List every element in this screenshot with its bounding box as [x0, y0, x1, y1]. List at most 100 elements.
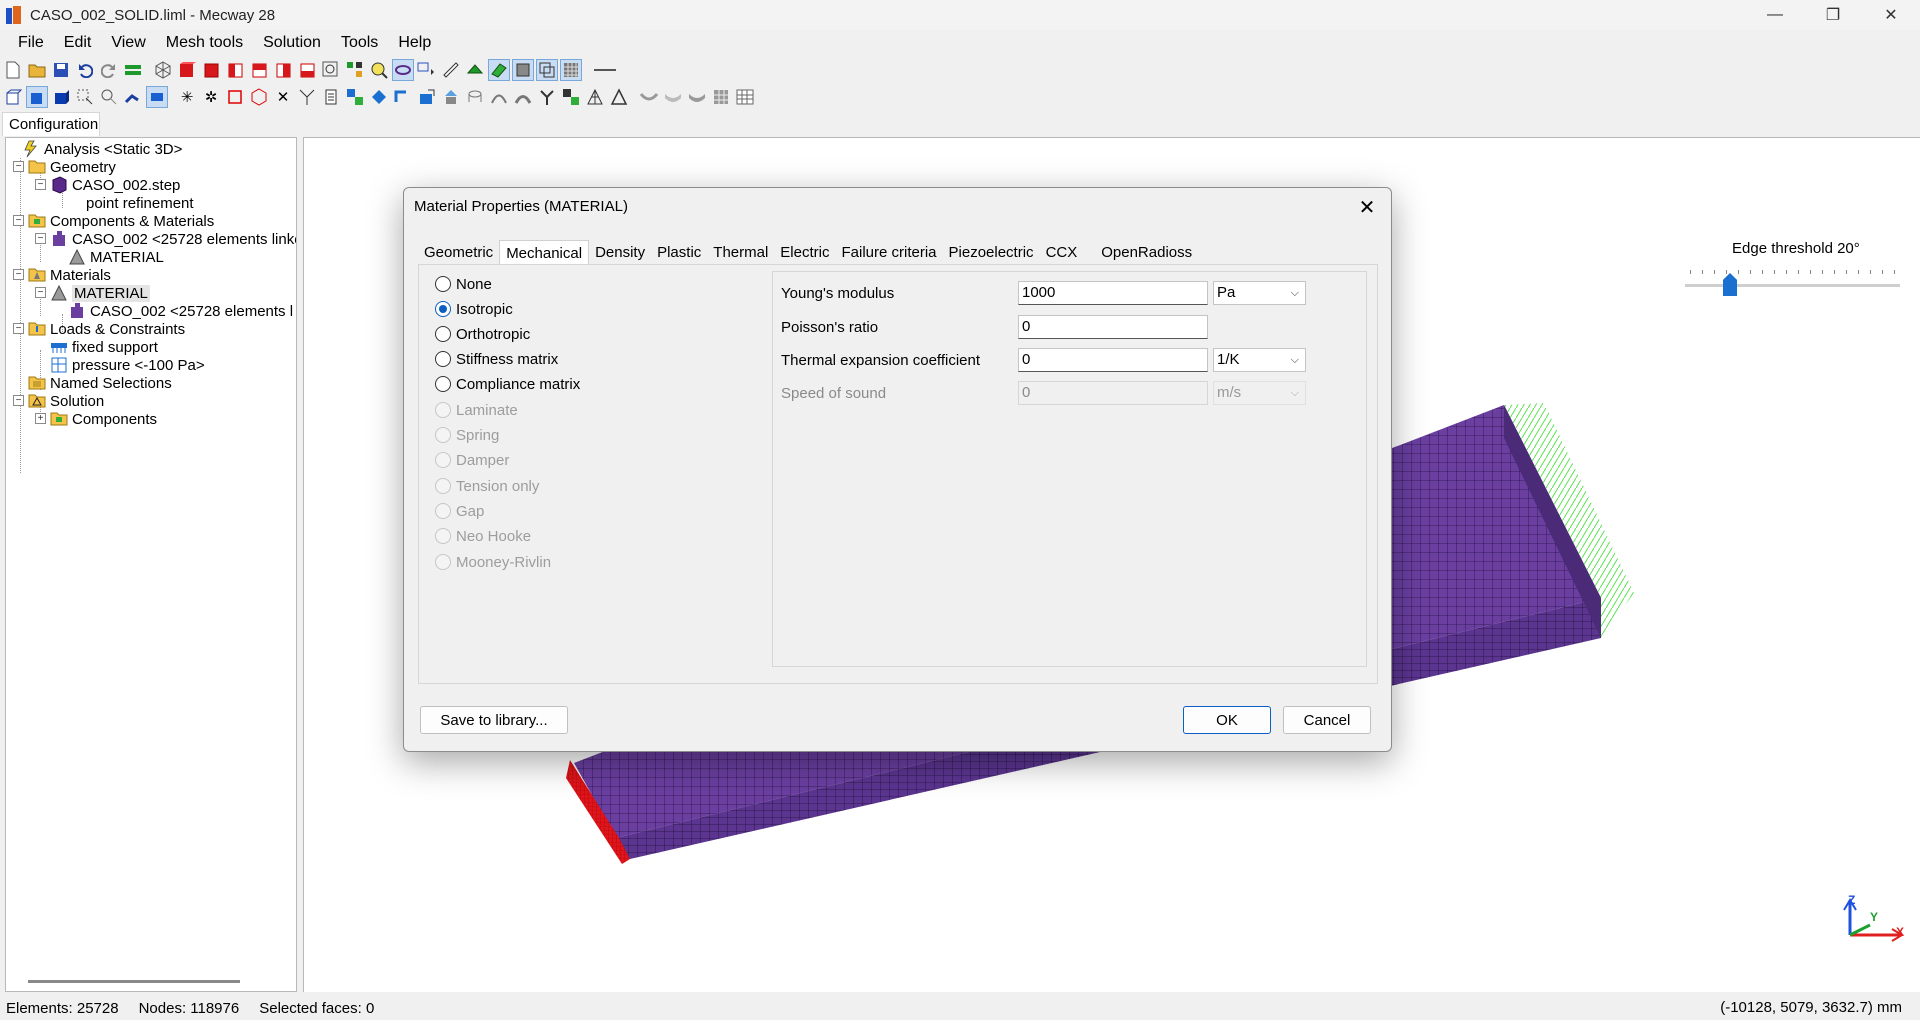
zoom-icon[interactable] — [368, 59, 390, 81]
cube-outline-icon[interactable] — [248, 86, 270, 108]
front-view-icon[interactable] — [200, 59, 222, 81]
back-view-icon[interactable] — [272, 59, 294, 81]
menu-view[interactable]: View — [101, 34, 155, 52]
radio-orthotropic-indicator[interactable] — [435, 326, 451, 342]
close-window-button[interactable]: ✕ — [1862, 0, 1920, 30]
tab-mechanical[interactable]: Mechanical — [499, 240, 590, 264]
save-icon[interactable] — [50, 59, 72, 81]
scale-icon[interactable] — [440, 86, 462, 108]
square-outline-icon[interactable] — [224, 86, 246, 108]
pan-icon[interactable] — [416, 59, 438, 81]
box-select-icon[interactable] — [74, 86, 96, 108]
rotate-mesh-icon[interactable] — [392, 86, 414, 108]
node-star-icon[interactable]: ✲ — [200, 86, 222, 108]
delete-icon[interactable]: ✕ — [272, 86, 294, 108]
branch-icon[interactable] — [536, 86, 558, 108]
bend-icon[interactable] — [512, 86, 534, 108]
expander-materials[interactable]: − — [13, 269, 24, 280]
restore-button[interactable]: ❐ — [1804, 0, 1862, 30]
expander-geometry-file[interactable]: − — [35, 179, 46, 190]
save-to-library-button[interactable]: Save to library... — [420, 706, 568, 734]
tab-piezoelectric[interactable]: Piezoelectric — [943, 240, 1040, 264]
solid-view-icon[interactable] — [176, 59, 198, 81]
menu-mesh-tools[interactable]: Mesh tools — [156, 34, 253, 52]
explode-icon[interactable]: ✳ — [176, 86, 198, 108]
triangle-icon[interactable] — [608, 86, 630, 108]
thermal-expansion-unit-select[interactable]: 1/K ⌵ — [1213, 348, 1306, 372]
menu-file[interactable]: File — [8, 34, 54, 52]
menu-edit[interactable]: Edit — [54, 34, 102, 52]
dialog-close-icon[interactable]: ✕ — [1353, 194, 1381, 220]
shell-mesh-icon[interactable] — [686, 86, 708, 108]
youngs-modulus-unit-select[interactable]: Pa ⌵ — [1213, 281, 1306, 305]
lasso-select-icon[interactable] — [98, 86, 120, 108]
tab-plastic[interactable]: Plastic — [651, 240, 707, 264]
tab-openradioss[interactable]: OpenRadioss — [1095, 240, 1198, 264]
bottom-view-icon[interactable] — [296, 59, 318, 81]
tab-failure-criteria[interactable]: Failure criteria — [835, 240, 942, 264]
expander-solution[interactable]: − — [13, 395, 24, 406]
tab-thermal[interactable]: Thermal — [707, 240, 774, 264]
select-elements-icon[interactable] — [50, 86, 72, 108]
radio-isotropic-indicator[interactable] — [435, 301, 451, 317]
youngs-modulus-input[interactable]: 1000 — [1018, 281, 1208, 305]
radio-none[interactable]: None — [435, 273, 492, 295]
expander-loads[interactable]: − — [13, 323, 24, 334]
extrude-icon[interactable] — [320, 86, 342, 108]
menu-tools[interactable]: Tools — [331, 34, 388, 52]
surface-select-icon[interactable] — [146, 86, 168, 108]
shell-thick-icon[interactable] — [662, 86, 684, 108]
menu-solution[interactable]: Solution — [253, 34, 331, 52]
tab-density[interactable]: Density — [589, 240, 651, 264]
tab-electric[interactable]: Electric — [774, 240, 835, 264]
rotate-view-icon[interactable] — [392, 59, 414, 81]
tree-horizontal-scrollbar[interactable] — [28, 980, 240, 983]
line-width-icon[interactable] — [590, 59, 620, 81]
expander-components[interactable]: − — [13, 215, 24, 226]
shaded-mode-icon[interactable] — [488, 59, 510, 81]
refine-icon[interactable] — [560, 86, 582, 108]
split-icon[interactable] — [296, 86, 318, 108]
thermal-expansion-input[interactable]: 0 — [1018, 348, 1208, 372]
minimize-button[interactable]: — — [1746, 0, 1804, 30]
paint-select-icon[interactable] — [122, 86, 144, 108]
radio-isotropic[interactable]: Isotropic — [435, 298, 513, 320]
move-icon[interactable] — [416, 86, 438, 108]
ok-button[interactable]: OK — [1183, 706, 1271, 734]
wireframe-view-icon[interactable] — [152, 59, 174, 81]
expander-solution-components[interactable]: + — [35, 413, 46, 424]
new-file-icon[interactable] — [2, 59, 24, 81]
grid-mode-icon[interactable] — [560, 59, 582, 81]
mesh-render-icon[interactable] — [464, 59, 486, 81]
revolve-icon[interactable] — [464, 86, 486, 108]
expander-geometry[interactable]: − — [13, 161, 24, 172]
layers-icon[interactable] — [122, 59, 144, 81]
side-view-icon[interactable] — [224, 59, 246, 81]
fit-view-icon[interactable] — [344, 59, 366, 81]
sweep-icon[interactable] — [488, 86, 510, 108]
tree-item-solution-components[interactable]: Components — [50, 408, 157, 430]
shell-icon[interactable] — [638, 86, 660, 108]
edge-threshold-slider[interactable] — [1685, 284, 1900, 287]
radio-compliance-indicator[interactable] — [435, 376, 451, 392]
expander-component-item[interactable]: − — [35, 233, 46, 244]
poissons-ratio-input[interactable]: 0 — [1018, 315, 1208, 339]
radio-none-indicator[interactable] — [435, 276, 451, 292]
pattern-icon[interactable] — [710, 86, 732, 108]
tab-configuration[interactable]: Configuration — [2, 112, 100, 136]
open-folder-icon[interactable] — [26, 59, 48, 81]
merge-nodes-icon[interactable] — [344, 86, 366, 108]
zoom-box-icon[interactable] — [320, 59, 342, 81]
radio-stiffness-indicator[interactable] — [435, 351, 451, 367]
undo-icon[interactable] — [74, 59, 96, 81]
measure-icon[interactable] — [440, 59, 462, 81]
mirror-icon[interactable] — [368, 86, 390, 108]
menu-help[interactable]: Help — [388, 34, 441, 52]
tab-ccx[interactable]: CCX — [1040, 240, 1084, 264]
triangle-mesh-icon[interactable] — [584, 86, 606, 108]
cancel-button[interactable]: Cancel — [1283, 706, 1371, 734]
top-view-icon[interactable] — [248, 59, 270, 81]
transparent-mode-icon[interactable] — [536, 59, 558, 81]
radio-orthotropic[interactable]: Orthotropic — [435, 323, 530, 345]
outline-mode-icon[interactable] — [512, 59, 534, 81]
